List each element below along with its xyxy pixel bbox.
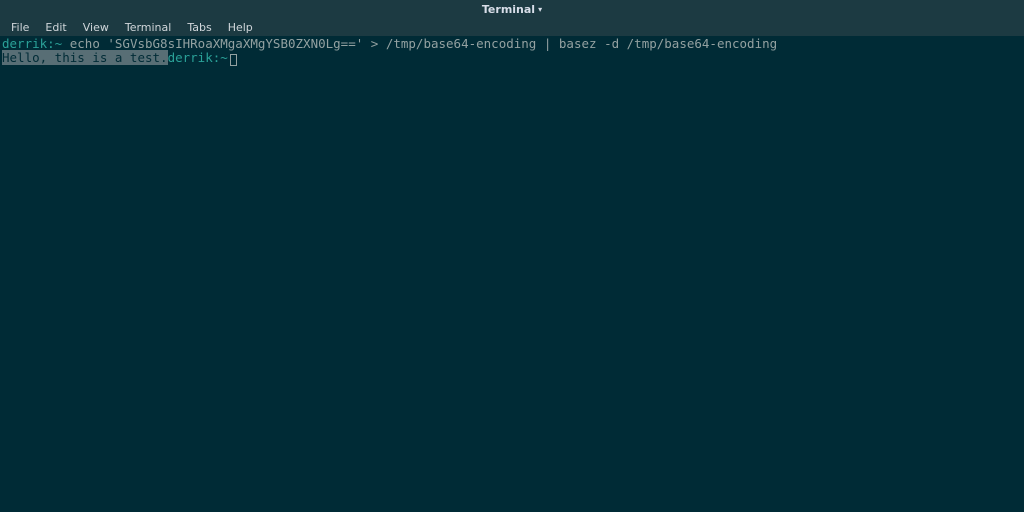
window-titlebar: Terminal ▾ xyxy=(0,0,1024,18)
menu-view[interactable]: View xyxy=(76,19,116,36)
menubar: File Edit View Terminal Tabs Help xyxy=(0,18,1024,36)
shell-prompt: derrik:~ xyxy=(168,50,228,65)
menu-terminal[interactable]: Terminal xyxy=(118,19,179,36)
command-output: Hello, this is a test. xyxy=(2,50,168,65)
menu-edit[interactable]: Edit xyxy=(38,19,73,36)
terminal-line-1: derrik:~ echo 'SGVsbG8sIHRoaXMgaXMgYSB0Z… xyxy=(2,37,1022,51)
menu-file[interactable]: File xyxy=(4,19,36,36)
terminal-line-2: Hello, this is a test.derrik:~ xyxy=(2,51,1022,65)
shell-command: echo 'SGVsbG8sIHRoaXMgaXMgYSB0ZXN0Lg==' … xyxy=(62,36,777,51)
menu-help[interactable]: Help xyxy=(221,19,260,36)
title-dropdown-icon[interactable]: ▾ xyxy=(538,5,542,14)
window-title: Terminal xyxy=(482,3,535,16)
cursor-icon xyxy=(230,54,237,66)
terminal-output-area[interactable]: derrik:~ echo 'SGVsbG8sIHRoaXMgaXMgYSB0Z… xyxy=(0,36,1024,66)
menu-tabs[interactable]: Tabs xyxy=(180,19,218,36)
shell-prompt: derrik:~ xyxy=(2,36,62,51)
